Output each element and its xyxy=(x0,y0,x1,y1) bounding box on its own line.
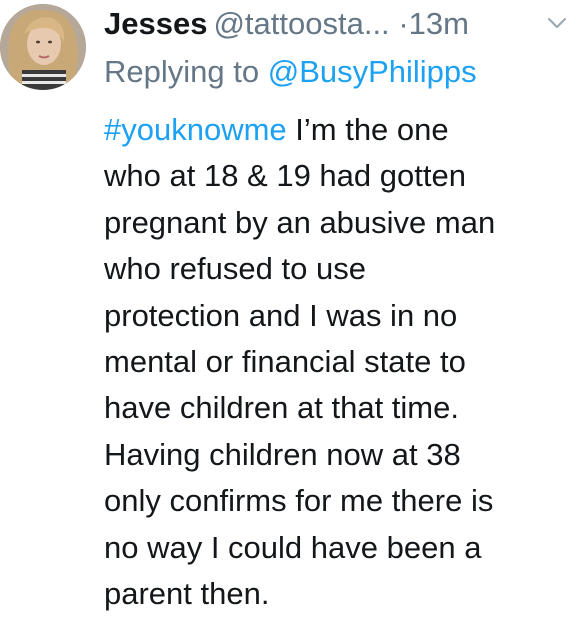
tweet-line: have children at that time. xyxy=(104,390,459,426)
chevron-down-icon[interactable] xyxy=(546,12,568,34)
avatar[interactable] xyxy=(0,4,86,90)
avatar-image xyxy=(0,4,86,90)
tweet-header: Jesses @tattoosta... ·13m xyxy=(104,2,574,46)
tweet-line: Having children now at 38 xyxy=(104,436,461,472)
tweet-line: parent then. xyxy=(104,576,270,612)
tweet-line-text: I’m the one xyxy=(286,112,449,147)
timestamp-separator: · xyxy=(398,6,409,41)
reply-mention-link[interactable]: @BusyPhilipps xyxy=(268,54,477,89)
hashtag-link[interactable]: #youknowme xyxy=(104,112,287,147)
reply-context: Replying to @BusyPhilipps xyxy=(104,50,477,94)
tweet-line: who refused to use xyxy=(104,251,366,287)
tweet-line: pregnant by an abusive man xyxy=(104,204,496,240)
tweet-line: only confirms for me there is xyxy=(104,483,494,519)
tweet-line: who at 18 & 19 had gotten xyxy=(104,158,466,194)
timestamp[interactable]: 13m xyxy=(409,6,469,41)
tweet-line: no way I could have been a xyxy=(104,529,482,565)
tweet-text: #youknowme I’m the one who at 18 & 19 ha… xyxy=(104,107,574,617)
display-name[interactable]: Jesses xyxy=(104,6,207,41)
user-handle[interactable]: @tattoosta... xyxy=(213,6,389,41)
tweet-line: protection and I was in no xyxy=(104,297,458,333)
tweet-line: mental or financial state to xyxy=(104,344,466,380)
tweet[interactable]: Jesses @tattoosta... ·13m Replying to @Bu… xyxy=(0,0,582,628)
tweet-line: #youknowme I’m the one xyxy=(104,107,574,153)
reply-prefix: Replying to xyxy=(104,54,260,89)
